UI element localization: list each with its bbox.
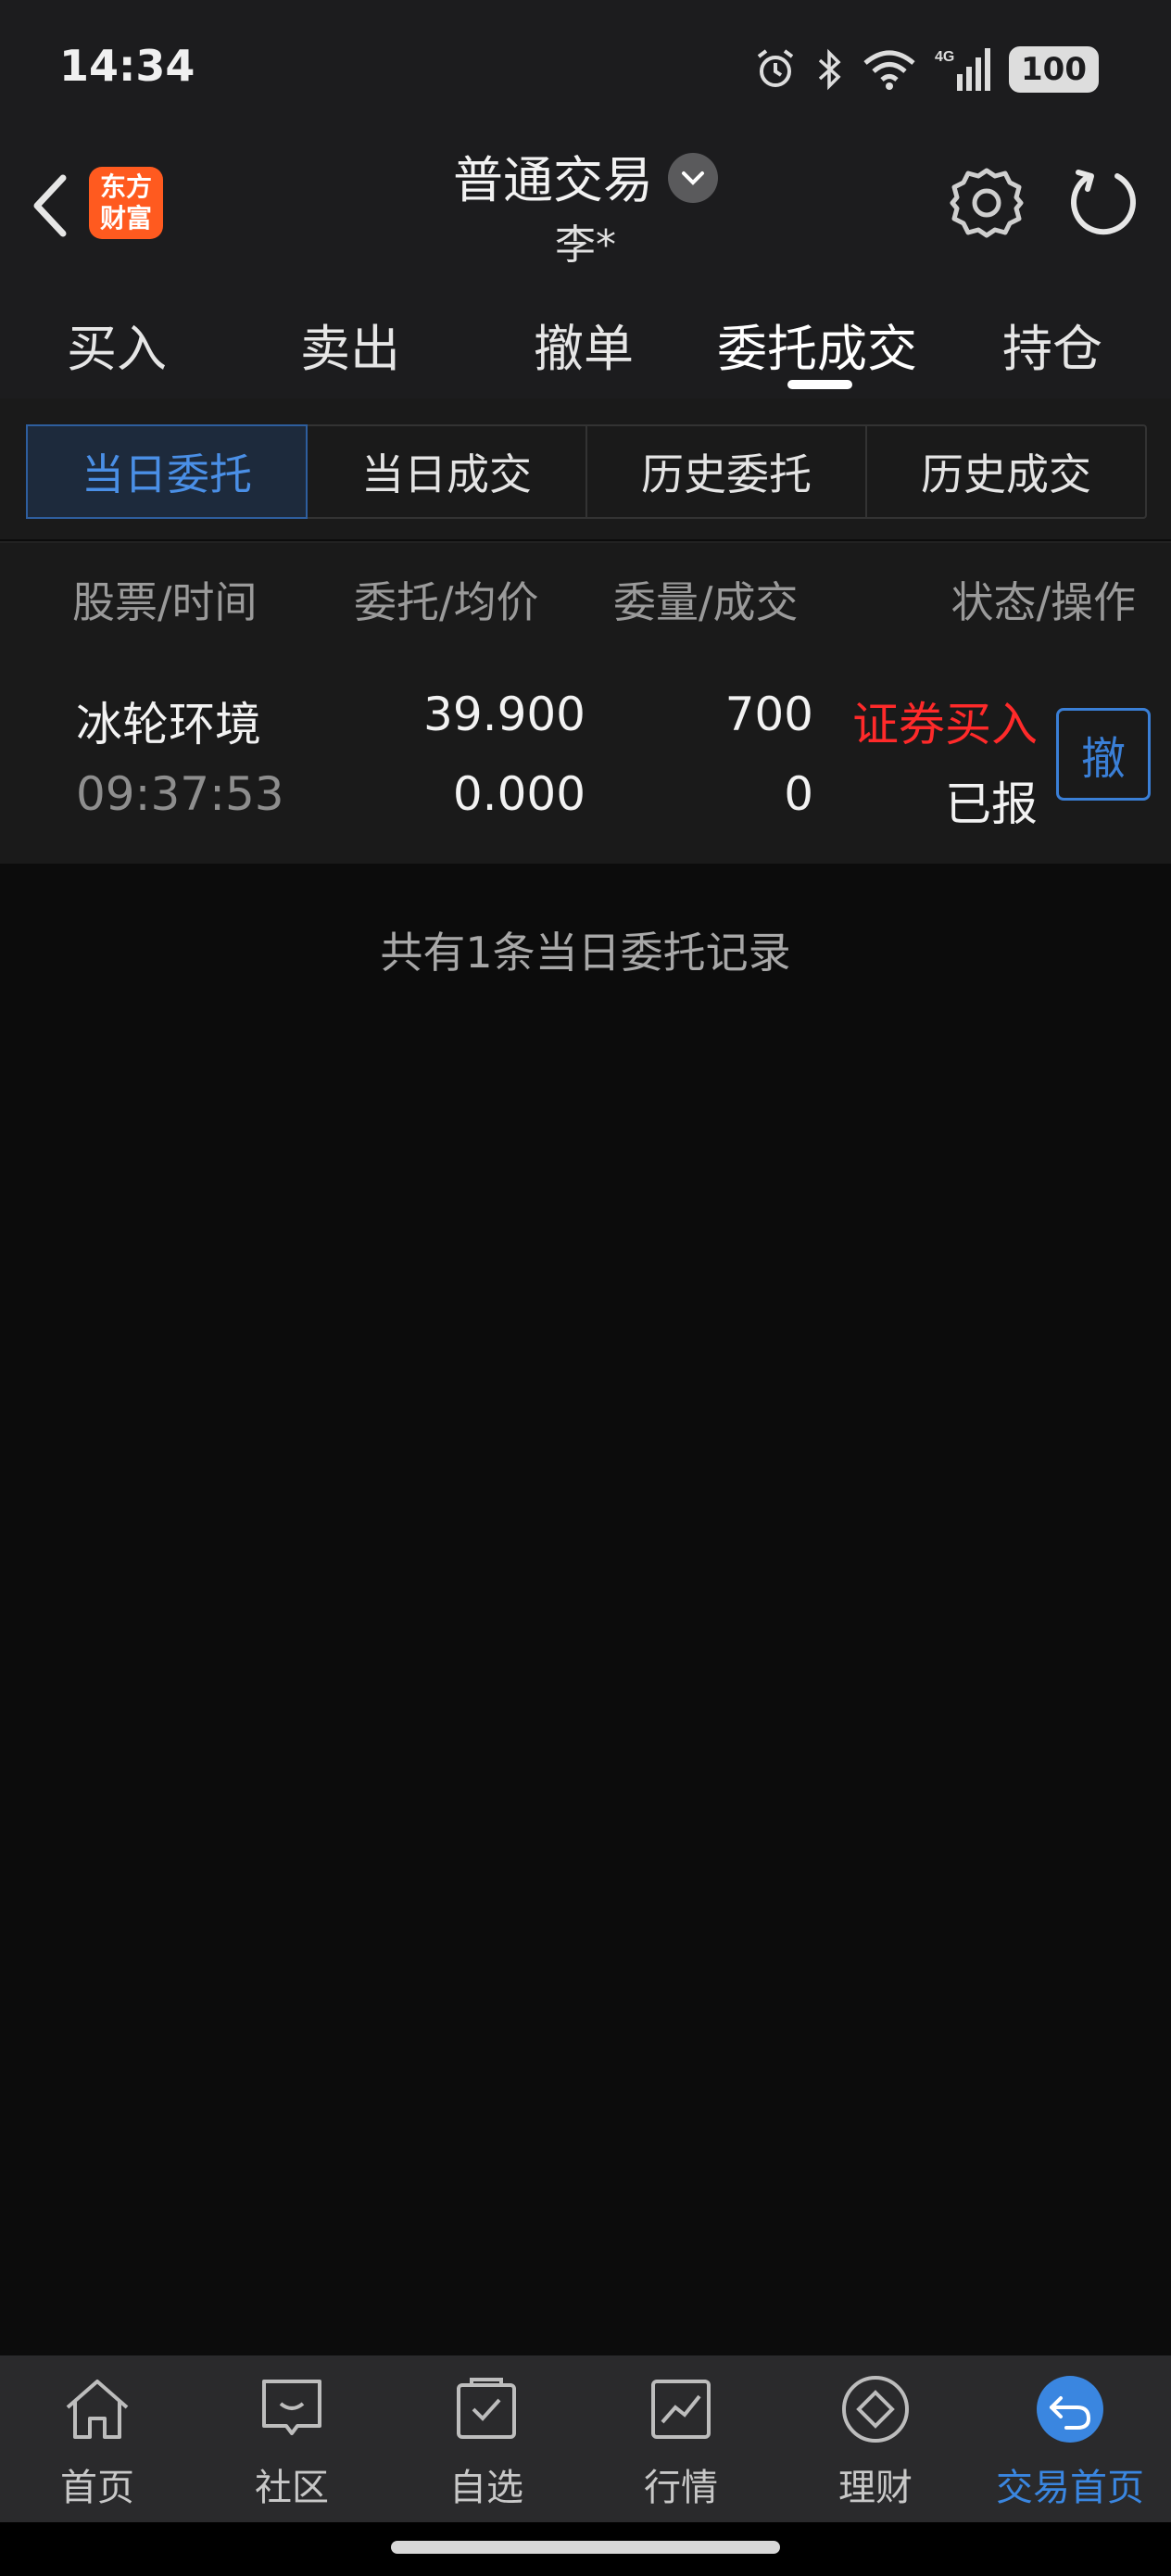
home-gesture-bar[interactable] — [391, 2541, 780, 2554]
subtab-today-trades[interactable]: 当日成交 — [308, 426, 587, 517]
settings-gear-icon[interactable] — [947, 163, 1026, 243]
filled-quantity: 0 — [784, 767, 813, 821]
subtab-history-orders[interactable]: 历史委托 — [587, 426, 867, 517]
battery-indicator: 100 — [1009, 46, 1099, 93]
status-time: 14:34 — [59, 41, 195, 91]
header-status-action: 状态/操作 — [951, 577, 1137, 627]
nav-trade-home-label: 交易首页 — [996, 2467, 1144, 2509]
market-chart-icon — [651, 2380, 711, 2439]
order-type: 证券买入 — [852, 698, 1038, 751]
subtab-history-trades[interactable]: 历史成交 — [867, 426, 1145, 517]
tab-cancel-order[interactable]: 撤单 — [534, 308, 634, 381]
page-title-text: 普通交易 — [453, 151, 653, 209]
nav-home[interactable]: 首页 — [0, 2355, 195, 2522]
sub-tabs: 当日委托 当日成交 历史委托 历史成交 — [26, 424, 1147, 519]
community-icon — [262, 2380, 321, 2435]
nav-finance-label: 理财 — [838, 2467, 913, 2509]
bottom-nav: 首页 社区 自选 行情 理财 交易首页 — [0, 2355, 1171, 2522]
tab-positions[interactable]: 持仓 — [1002, 308, 1102, 381]
nav-community-label: 社区 — [255, 2467, 329, 2509]
nav-finance[interactable]: 理财 — [778, 2355, 973, 2522]
order-quantity: 700 — [724, 688, 813, 741]
record-summary: 共有1条当日委托记录 — [380, 928, 791, 978]
nav-watchlist[interactable]: 自选 — [389, 2355, 584, 2522]
finance-diamond-icon — [842, 2376, 909, 2443]
header-stock-time: 股票/时间 — [72, 577, 258, 627]
nav-market-label: 行情 — [644, 2467, 718, 2509]
table-header: 股票/时间 委托/均价 委量/成交 状态/操作 — [0, 541, 1171, 650]
status-icons: 4G 100 — [753, 41, 1099, 98]
header-quantity: 委量/成交 — [613, 577, 799, 627]
nav-community[interactable]: 社区 — [195, 2355, 389, 2522]
alarm-icon — [757, 49, 794, 87]
cellular-signal-icon: 4G — [935, 48, 991, 91]
wifi-icon — [863, 50, 915, 90]
header-price: 委托/均价 — [354, 577, 539, 627]
watchlist-icon — [457, 2378, 516, 2439]
subtab-today-orders[interactable]: 当日委托 — [26, 424, 308, 519]
order-price: 39.900 — [423, 688, 586, 741]
nav-market[interactable]: 行情 — [584, 2355, 778, 2522]
stock-name: 冰轮环境 — [76, 698, 261, 751]
tab-sell[interactable]: 卖出 — [300, 308, 400, 381]
bluetooth-icon — [818, 48, 841, 91]
active-tab-indicator — [787, 380, 852, 389]
refresh-icon[interactable] — [1062, 163, 1141, 243]
svg-text:4G: 4G — [935, 49, 954, 65]
tab-buy[interactable]: 买入 — [67, 308, 167, 381]
nav-home-label: 首页 — [60, 2467, 134, 2509]
cancel-order-button[interactable]: 撤 — [1056, 708, 1151, 801]
tab-orders-trades[interactable]: 委托成交 — [717, 308, 917, 381]
order-time: 09:37:53 — [76, 767, 284, 821]
nav-watchlist-label: 自选 — [449, 2467, 523, 2509]
account-dropdown-icon[interactable] — [668, 153, 718, 204]
main-tabs: 买入 卖出 撤单 委托成交 持仓 — [0, 297, 1171, 389]
avg-price: 0.000 — [452, 767, 586, 821]
order-status: 已报 — [945, 777, 1038, 831]
table-row[interactable]: 冰轮环境 09:37:53 39.900 0.000 700 0 证券买入 已报… — [0, 649, 1171, 864]
nav-trade-home[interactable]: 交易首页 — [973, 2355, 1167, 2522]
trade-home-icon — [1037, 2376, 1103, 2443]
home-icon — [66, 2380, 129, 2439]
